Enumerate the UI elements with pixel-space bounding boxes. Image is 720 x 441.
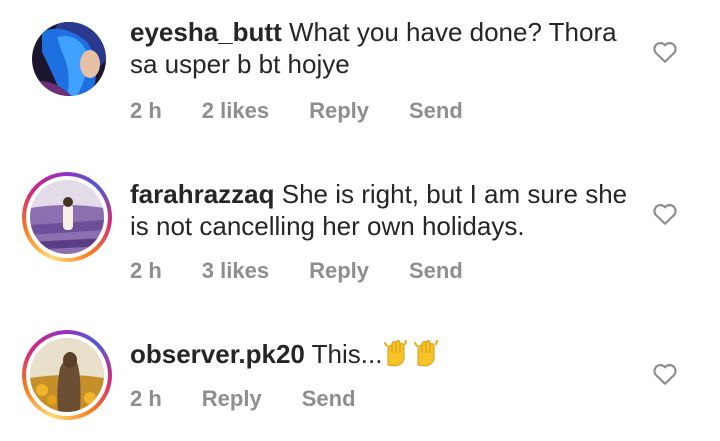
comment-likes-link[interactable]: 2 likes (202, 98, 269, 124)
comment-body: This... (311, 339, 383, 369)
avatar[interactable] (22, 330, 112, 420)
raising-hands-emoji-icon (384, 339, 446, 374)
heart-outline-icon[interactable] (652, 362, 678, 386)
avatar[interactable] (32, 22, 106, 96)
comment-item: eyesha_butt What you have done? Thora sa… (0, 0, 720, 150)
comment-timestamp: 2 h (130, 98, 162, 123)
reply-button[interactable]: Reply (309, 98, 369, 124)
reply-button[interactable]: Reply (202, 386, 262, 412)
comment-username[interactable]: observer.pk20 (130, 339, 305, 369)
comment-text: observer.pk20 This... (130, 338, 650, 374)
reply-button[interactable]: Reply (309, 258, 369, 284)
send-button[interactable]: Send (409, 258, 463, 284)
send-button[interactable]: Send (409, 98, 463, 124)
comment-timestamp: 2 h (130, 258, 162, 283)
comment-likes-link[interactable]: 3 likes (202, 258, 269, 284)
heart-outline-icon[interactable] (652, 202, 678, 226)
comment-meta: 2 h 3 likes Reply Send (130, 258, 503, 284)
send-button[interactable]: Send (302, 386, 356, 412)
comment-text: eyesha_butt What you have done? Thora sa… (130, 16, 650, 80)
avatar-image (30, 180, 104, 254)
comment-text: farahrazzaq She is right, but I am sure … (130, 178, 650, 242)
comment-username[interactable]: eyesha_butt (130, 17, 282, 47)
avatar-image (30, 338, 104, 412)
comment-item: observer.pk20 This... 2 h Reply Send (0, 330, 720, 441)
comment-meta: 2 h Reply Send (130, 386, 396, 412)
avatar-image (32, 22, 106, 96)
comment-timestamp: 2 h (130, 386, 162, 411)
comment-meta: 2 h 2 likes Reply Send (130, 98, 503, 124)
comment-username[interactable]: farahrazzaq (130, 179, 275, 209)
comment-item: farahrazzaq She is right, but I am sure … (0, 172, 720, 312)
heart-outline-icon[interactable] (652, 40, 678, 64)
avatar[interactable] (22, 172, 112, 262)
